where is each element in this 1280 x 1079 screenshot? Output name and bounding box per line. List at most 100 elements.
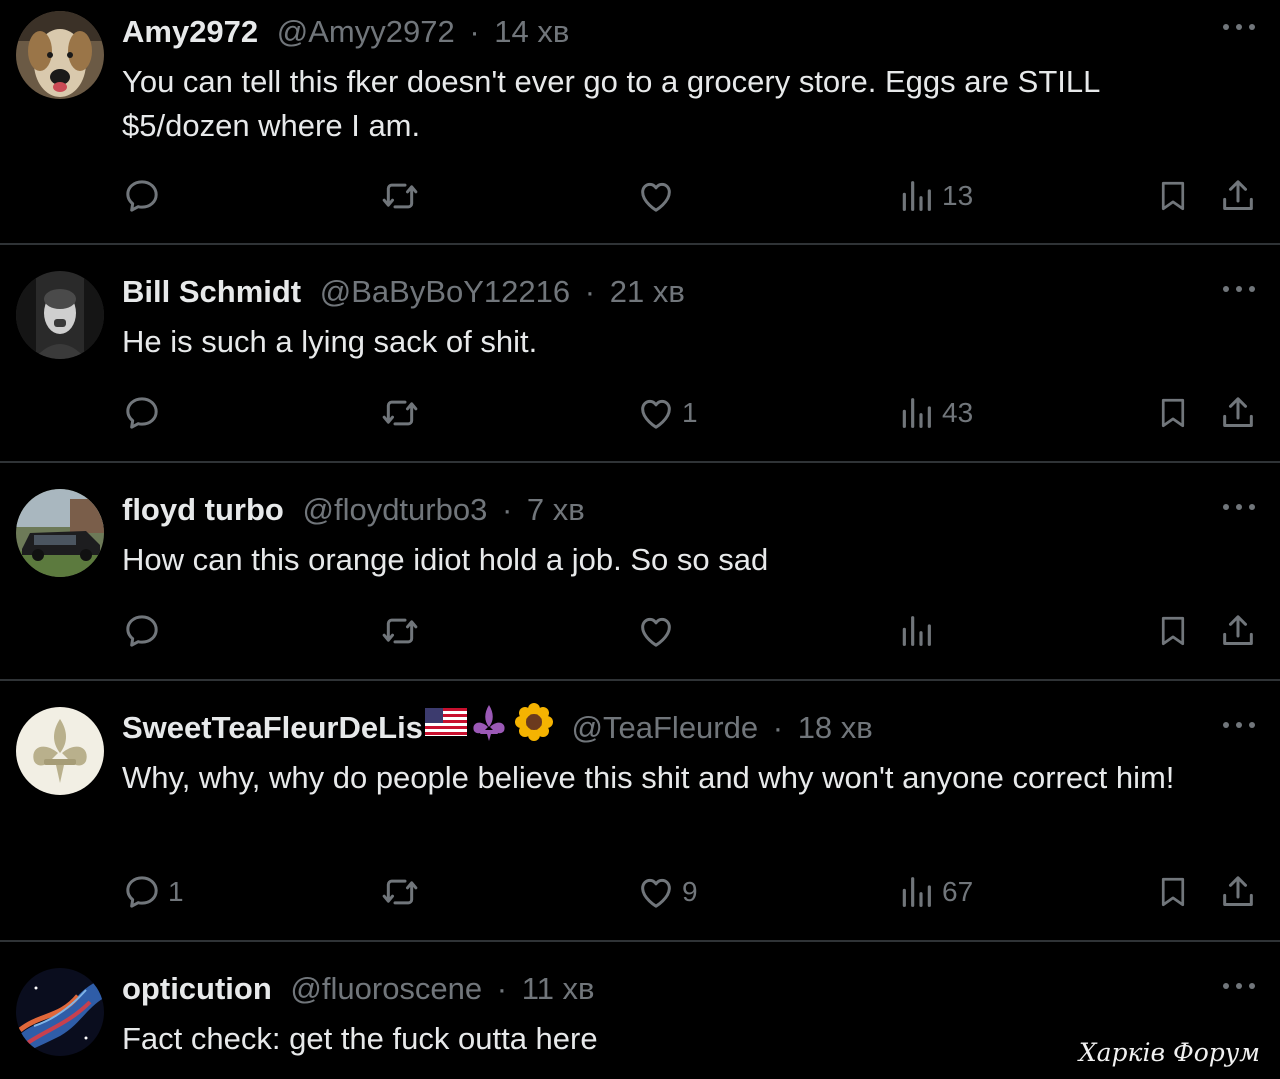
heart-icon <box>636 176 676 216</box>
more-options-icon[interactable] <box>1222 502 1256 512</box>
tweet-header: SweetTeaFleurDeLis @TeaFleurde · 18 хв <box>122 702 873 748</box>
tweet-header: Bill Schmidt @BaByBoY12216 · 21 хв <box>122 272 685 312</box>
tweet-header: opticution @fluoroscene · 11 хв <box>122 969 595 1009</box>
timestamp[interactable]: 7 хв <box>527 492 585 527</box>
user-handle[interactable]: @fluoroscene <box>290 971 482 1006</box>
avatar[interactable] <box>16 707 104 795</box>
user-handle[interactable]: @floydturbo3 <box>302 492 487 527</box>
reply-icon <box>122 611 162 651</box>
tweet-item[interactable]: floyd turbo @floydturbo3 · 7 хв How can … <box>0 463 1280 681</box>
tweet-text: Fact check: get the fuck outta here <box>122 1021 598 1056</box>
reply-button[interactable] <box>122 391 168 435</box>
display-name[interactable]: SweetTeaFleurDeLis <box>122 710 423 745</box>
sunflower-icon <box>514 702 553 741</box>
avatar[interactable] <box>16 271 104 359</box>
tweet-text: Why, why, why do people believe this shi… <box>122 760 1175 795</box>
share-button[interactable] <box>1218 870 1258 914</box>
share-icon <box>1218 393 1258 433</box>
retweet-icon <box>380 872 420 912</box>
user-handle[interactable]: @Amyy2972 <box>277 14 455 49</box>
views-button[interactable] <box>896 609 942 653</box>
reply-button[interactable] <box>122 609 168 653</box>
separator-dot: · <box>584 274 596 309</box>
tweet-header: Amy2972 @Amyy2972 · 14 хв <box>122 12 569 52</box>
bookmark-button[interactable] <box>1155 609 1191 653</box>
bookmark-button[interactable] <box>1155 391 1191 435</box>
heart-icon <box>636 611 676 651</box>
display-name[interactable]: Amy2972 <box>122 14 258 49</box>
reply-icon <box>122 872 162 912</box>
timestamp[interactable]: 21 хв <box>610 274 685 309</box>
separator-dot: · <box>772 710 784 745</box>
bookmark-button[interactable] <box>1155 174 1191 218</box>
action-bar: 13 <box>0 174 1280 218</box>
retweet-button[interactable] <box>380 391 420 435</box>
share-button[interactable] <box>1218 391 1258 435</box>
tweet-text: How can this orange idiot hold a job. So… <box>122 542 769 577</box>
reply-button[interactable]: 1 <box>122 870 184 914</box>
view-count: 43 <box>942 397 974 428</box>
like-button[interactable]: 9 <box>636 870 698 914</box>
like-button[interactable] <box>636 609 682 653</box>
bar-chart-icon <box>896 393 936 433</box>
share-icon <box>1218 872 1258 912</box>
heart-icon <box>636 872 676 912</box>
action-bar: 1 43 <box>0 391 1280 435</box>
reply-icon <box>122 393 162 433</box>
share-icon <box>1218 611 1258 651</box>
user-handle[interactable]: @BaByBoY12216 <box>320 274 570 309</box>
display-name[interactable]: floyd turbo <box>122 492 284 527</box>
share-button[interactable] <box>1218 174 1258 218</box>
retweet-button[interactable] <box>380 870 420 914</box>
us-flag-icon <box>424 707 467 736</box>
bar-chart-icon <box>896 872 936 912</box>
separator-dot: · <box>496 971 508 1006</box>
more-options-icon[interactable] <box>1222 22 1256 32</box>
more-options-icon[interactable] <box>1222 981 1256 991</box>
separator-dot: · <box>469 14 480 49</box>
action-bar: 1 9 67 <box>0 870 1280 914</box>
avatar[interactable] <box>16 968 104 1056</box>
reply-button[interactable] <box>122 174 168 218</box>
fleur-de-lis-icon <box>473 704 505 741</box>
retweet-icon <box>380 393 420 433</box>
bookmark-icon <box>1155 176 1191 216</box>
tweet-item[interactable]: Bill Schmidt @BaByBoY12216 · 21 хв He is… <box>0 245 1280 463</box>
like-button[interactable]: 1 <box>636 391 698 435</box>
timestamp[interactable]: 11 хв <box>522 971 595 1006</box>
reply-feed: Amy2972 @Amyy2972 · 14 хв You can tell t… <box>0 0 1280 1079</box>
like-count: 9 <box>682 876 698 907</box>
watermark: Харків Форум <box>1078 1038 1260 1067</box>
avatar[interactable] <box>16 489 104 577</box>
avatar[interactable] <box>16 11 104 99</box>
reply-count: 1 <box>168 876 184 907</box>
views-button[interactable]: 13 <box>896 174 973 218</box>
share-button[interactable] <box>1218 609 1258 653</box>
view-count: 67 <box>942 876 974 907</box>
retweet-icon <box>380 176 420 216</box>
retweet-button[interactable] <box>380 609 420 653</box>
timestamp[interactable]: 18 хв <box>798 710 873 745</box>
bar-chart-icon <box>896 176 936 216</box>
bookmark-icon <box>1155 872 1191 912</box>
like-button[interactable] <box>636 174 682 218</box>
like-count: 1 <box>682 397 698 428</box>
views-button[interactable]: 67 <box>896 870 973 914</box>
display-name[interactable]: opticution <box>122 971 272 1006</box>
tweet-item[interactable]: Amy2972 @Amyy2972 · 14 хв You can tell t… <box>0 0 1280 245</box>
action-bar <box>0 609 1280 653</box>
tweet-text: You can tell this fker doesn't ever go t… <box>122 64 1100 143</box>
views-button[interactable]: 43 <box>896 391 973 435</box>
bar-chart-icon <box>896 611 936 651</box>
display-name[interactable]: Bill Schmidt <box>122 274 301 309</box>
more-options-icon[interactable] <box>1222 720 1256 730</box>
reply-icon <box>122 176 162 216</box>
timestamp[interactable]: 14 хв <box>494 14 569 49</box>
more-options-icon[interactable] <box>1222 284 1256 294</box>
view-count: 13 <box>942 180 974 211</box>
tweet-item[interactable]: SweetTeaFleurDeLis @TeaFleurde · 18 хв W… <box>0 681 1280 942</box>
bookmark-button[interactable] <box>1155 870 1191 914</box>
tweet-header: floyd turbo @floydturbo3 · 7 хв <box>122 490 585 530</box>
user-handle[interactable]: @TeaFleurde <box>572 710 759 745</box>
retweet-button[interactable] <box>380 174 420 218</box>
